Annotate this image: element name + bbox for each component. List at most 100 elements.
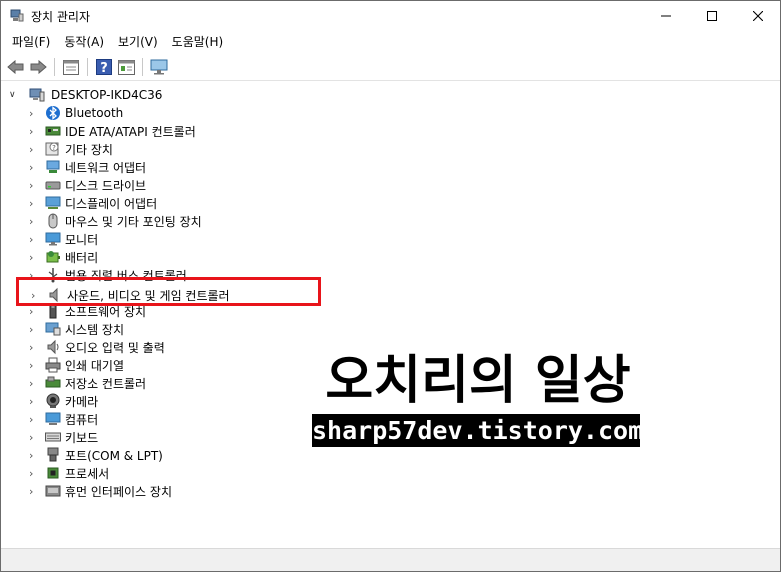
tree-node[interactable]: › 인쇄 대기열 bbox=[29, 356, 124, 374]
tree-root[interactable]: ∨ DESKTOP-IKD4C36 bbox=[9, 86, 162, 104]
expand-chevron-icon[interactable]: › bbox=[29, 143, 39, 156]
forward-icon bbox=[30, 60, 47, 74]
tree-node-label: 기타 장치 bbox=[65, 142, 113, 157]
watermark-title-text: 오치리의 일상 bbox=[325, 351, 630, 411]
tree-node-label: 오디오 입력 및 출력 bbox=[65, 340, 165, 355]
expand-chevron-icon[interactable]: › bbox=[29, 215, 39, 228]
highlight-box bbox=[16, 277, 321, 306]
tree-node[interactable]: › 키보드 bbox=[29, 428, 98, 446]
expand-chevron-icon[interactable]: › bbox=[29, 485, 39, 498]
tree-node[interactable]: › 오디오 입력 및 출력 bbox=[29, 338, 165, 356]
close-button[interactable] bbox=[735, 1, 781, 31]
expand-chevron-icon[interactable]: › bbox=[29, 449, 39, 462]
toolbar-separator bbox=[54, 58, 55, 76]
tree-node[interactable]: › 프로세서 bbox=[29, 464, 109, 482]
expand-chevron-icon[interactable]: › bbox=[29, 305, 39, 318]
tree-node[interactable]: › 모니터 bbox=[29, 230, 98, 248]
properties-icon bbox=[63, 59, 79, 75]
tree-node-label: 카메라 bbox=[65, 394, 99, 409]
expand-chevron-icon[interactable]: › bbox=[29, 431, 39, 444]
tree-node[interactable]: ›? 기타 장치 bbox=[29, 140, 113, 158]
expand-chevron-icon[interactable]: › bbox=[29, 467, 39, 480]
toolbar-separator bbox=[142, 58, 143, 76]
tree-node-label: 마우스 및 기타 포인팅 장치 bbox=[65, 214, 202, 229]
minimize-button[interactable] bbox=[643, 1, 689, 31]
scan-hardware-button[interactable] bbox=[148, 56, 170, 78]
tree-node[interactable]: › 배터리 bbox=[29, 248, 98, 266]
window-title: 장치 관리자 bbox=[31, 10, 91, 24]
expand-chevron-icon[interactable]: › bbox=[29, 323, 39, 336]
help-icon: ? bbox=[96, 59, 112, 75]
other-devices-icon: ? bbox=[45, 142, 59, 156]
network-adapter-icon bbox=[46, 160, 60, 173]
printer-icon bbox=[45, 357, 61, 373]
expand-chevron-icon[interactable]: › bbox=[29, 377, 39, 390]
expand-chevron-icon[interactable]: › bbox=[29, 125, 39, 138]
maximize-button[interactable] bbox=[689, 1, 735, 31]
expand-chevron-icon[interactable]: › bbox=[29, 359, 39, 372]
help-button[interactable]: ? bbox=[93, 56, 115, 78]
watermark-url: sharp57dev.tistory.com bbox=[312, 414, 644, 447]
monitor-icon bbox=[45, 232, 61, 246]
properties-button[interactable] bbox=[60, 56, 82, 78]
audio-io-icon bbox=[47, 339, 59, 355]
ide-controller-icon bbox=[45, 126, 61, 136]
port-icon bbox=[47, 447, 59, 462]
tree-node[interactable]: › IDE ATA/ATAPI 컨트롤러 bbox=[29, 122, 196, 140]
tree-node[interactable]: › 카메라 bbox=[29, 392, 98, 410]
watermark-title: 오치리의 일상 bbox=[323, 348, 633, 413]
menu-view[interactable]: 보기(V) bbox=[111, 32, 165, 53]
expand-chevron-icon[interactable]: › bbox=[29, 251, 39, 264]
computer-name: DESKTOP-IKD4C36 bbox=[51, 88, 163, 102]
toolbar: ? bbox=[1, 54, 780, 81]
expand-chevron-icon[interactable]: › bbox=[29, 413, 39, 426]
tree-node-label: 저장소 컨트롤러 bbox=[65, 376, 147, 391]
toolbar-separator bbox=[87, 58, 88, 76]
tree-node[interactable]: › 저장소 컨트롤러 bbox=[29, 374, 146, 392]
tree-node-label: 휴먼 인터페이스 장치 bbox=[65, 484, 172, 499]
expand-chevron-icon[interactable]: › bbox=[29, 341, 39, 354]
mouse-icon bbox=[48, 213, 58, 229]
computer-icon bbox=[45, 412, 61, 425]
menu-help[interactable]: 도움말(H) bbox=[165, 32, 231, 53]
expand-chevron-icon[interactable]: › bbox=[29, 107, 39, 120]
tree-node[interactable]: › 디스플레이 어댑터 bbox=[29, 194, 157, 212]
tree-node[interactable]: › 디스크 드라이브 bbox=[29, 176, 146, 194]
menu-bar: 파일(F) 동작(A) 보기(V) 도움말(H) bbox=[1, 32, 780, 53]
expand-chevron-icon[interactable]: › bbox=[29, 161, 39, 174]
display-adapter-icon bbox=[45, 196, 61, 209]
tree-node[interactable]: › 마우스 및 기타 포인팅 장치 bbox=[29, 212, 202, 230]
device-manager-icon bbox=[10, 9, 24, 22]
tree-node[interactable]: › 네트워크 어댑터 bbox=[29, 158, 146, 176]
bluetooth-icon bbox=[46, 106, 60, 120]
hid-icon bbox=[45, 485, 61, 497]
keyboard-icon bbox=[45, 432, 61, 442]
camera-icon bbox=[46, 393, 60, 408]
expand-chevron-icon[interactable]: › bbox=[29, 179, 39, 192]
tree-node-label: 디스크 드라이브 bbox=[65, 178, 147, 193]
tree-node[interactable]: › 시스템 장치 bbox=[29, 320, 124, 338]
menu-action[interactable]: 동작(A) bbox=[57, 32, 111, 53]
expand-chevron-icon[interactable]: › bbox=[29, 395, 39, 408]
tree-node-label: 모니터 bbox=[65, 232, 99, 247]
system-device-icon bbox=[45, 322, 61, 336]
collapse-chevron-icon[interactable]: ∨ bbox=[9, 90, 21, 100]
tree-node-label: 프로세서 bbox=[65, 466, 110, 481]
tree-node[interactable]: › 컴퓨터 bbox=[29, 410, 98, 428]
tree-node-label: Bluetooth bbox=[65, 106, 124, 120]
expand-chevron-icon[interactable]: › bbox=[29, 233, 39, 246]
forward-button[interactable] bbox=[27, 56, 49, 78]
expand-chevron-icon[interactable]: › bbox=[29, 197, 39, 210]
device-manager-window: 장치 관리자 파일(F) 동작(A) 보기(V) 도움말(H) ? ∨ DESK… bbox=[0, 0, 781, 572]
menu-file[interactable]: 파일(F) bbox=[5, 32, 57, 53]
back-icon bbox=[7, 60, 24, 74]
tree-node[interactable]: › 휴먼 인터페이스 장치 bbox=[29, 482, 172, 500]
update-driver-button[interactable] bbox=[115, 56, 137, 78]
tree-node-label: 키보드 bbox=[65, 430, 99, 445]
update-driver-icon bbox=[117, 59, 135, 75]
tree-node[interactable]: › 포트(COM & LPT) bbox=[29, 446, 163, 464]
back-button[interactable] bbox=[5, 56, 27, 78]
svg-text:?: ? bbox=[52, 144, 56, 152]
tree-node-label: 네트워크 어댑터 bbox=[65, 160, 147, 175]
tree-node[interactable]: › Bluetooth bbox=[29, 104, 123, 122]
